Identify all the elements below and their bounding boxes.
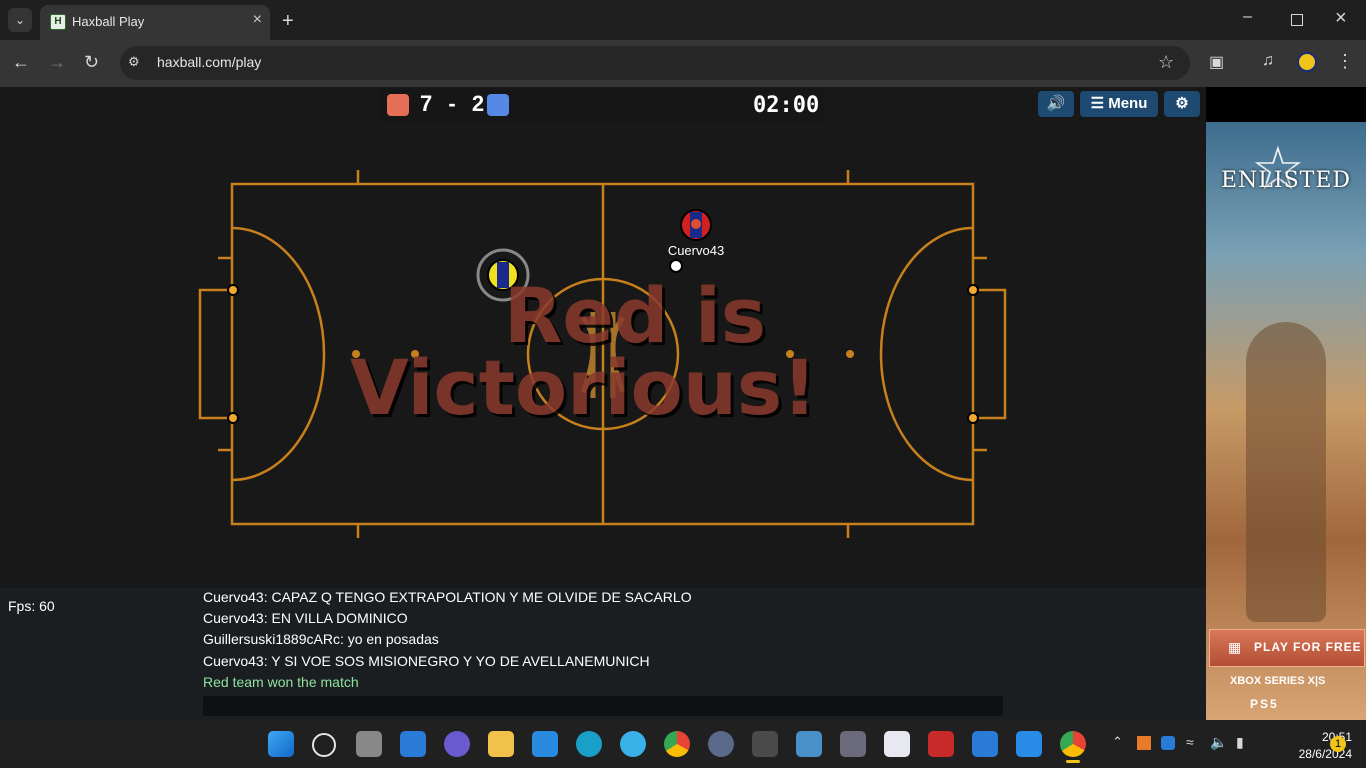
restore-icon[interactable] [1291,14,1303,26]
chat-input[interactable] [203,696,1003,716]
right-penalty-arc [879,226,974,482]
favicon-icon: H [50,14,66,30]
xbox-platform-label: XBOX SERIES X|S [1230,675,1326,687]
url-text[interactable]: haxball.com/play [157,54,261,70]
red-player-cuervo43 [680,209,712,241]
security-icon[interactable] [1161,736,1175,750]
left-goal [198,288,232,420]
minimize-icon[interactable]: – [1243,8,1252,26]
media-control-icon[interactable]: ♫ [1262,52,1274,70]
start-button[interactable] [268,731,294,757]
right-goal [973,288,1007,420]
ad-margin [1206,87,1366,122]
profile-avatar[interactable] [1297,52,1317,72]
address-bar[interactable] [120,46,1190,80]
victory-banner: Red is Victorious! [350,271,817,432]
soldier-figure [1246,322,1326,622]
close-tab-icon[interactable]: × [253,11,262,29]
tab-title: Haxball Play [72,14,145,29]
chat-message: Cuervo43: CAPAZ Q TENGO EXTRAPOLATION Y … [203,589,692,605]
tab-haxball[interactable]: H Haxball Play × [40,5,270,40]
active-indicator [1066,760,1080,763]
ad-logo: ENLISTED [1220,168,1352,193]
reload-icon[interactable]: ↻ [84,52,99,73]
search-icon[interactable] [312,733,336,757]
tab-search-button[interactable]: ⌄ [8,8,32,32]
new-tab-icon[interactable]: + [282,10,294,33]
forward-icon[interactable]: → [48,52,66,73]
banner-line-2: Victorious! [350,343,817,432]
chat-message: Cuervo43: EN VILLA DOMINICO [203,610,408,626]
left-penalty-arc [231,226,326,482]
chat-message: Cuervo43: Y SI VOE SOS MISIONEGRO Y YO D… [203,653,650,669]
cta-label: PLAY FOR FREE [1254,640,1362,654]
close-window-icon[interactable]: × [1335,7,1347,30]
calculator-icon[interactable] [752,731,778,757]
chrome-icon[interactable] [664,731,690,757]
bookmark-star-icon[interactable]: ☆ [1158,52,1174,73]
tray-app-icon[interactable] [1137,736,1151,750]
camera-icon[interactable] [840,731,866,757]
site-info-icon[interactable]: ⚙ [128,54,140,70]
snipping-tool-icon[interactable] [928,731,954,757]
more-menu-icon[interactable]: ⋮ [1336,51,1354,72]
wifi-icon[interactable]: ≈ [1186,734,1194,750]
ps5-platform-label: PS5 [1250,697,1279,711]
fps-counter: Fps: 60 [8,598,55,614]
store-icon[interactable] [972,731,998,757]
paint-icon[interactable] [884,731,910,757]
media-player-icon[interactable] [708,731,734,757]
edge-icon[interactable] [576,731,602,757]
extensions-icon[interactable]: ▣ [1209,52,1224,72]
chat-message: Guillersuski1889cARc: yo en posadas [203,631,439,647]
notification-badge[interactable]: 1 [1330,736,1346,752]
file-explorer-icon[interactable] [488,731,514,757]
battery-icon[interactable]: ▮ [1236,734,1244,751]
vscode-icon[interactable] [1016,731,1042,757]
volume-icon[interactable]: 🔈 [1210,734,1227,751]
task-view-icon[interactable] [356,731,382,757]
widgets-icon[interactable] [400,731,426,757]
photos-icon[interactable] [796,731,822,757]
chrome-active-icon[interactable] [1060,731,1086,757]
player-name-label: Cuervo43 [667,243,725,258]
play-for-free-button[interactable]: ▦ PLAY FOR FREE [1209,629,1365,667]
system-message: Red team won the match [203,674,359,690]
enlisted-advertisement[interactable]: ☆ ENLISTED ▦ PLAY FOR FREE XBOX SERIES X… [1206,122,1366,720]
teams-icon[interactable] [444,731,470,757]
windows-logo-icon: ▦ [1228,639,1242,655]
banner-line-1: Red is [503,271,767,360]
app-icon[interactable] [620,731,646,757]
notepad-icon[interactable] [532,731,558,757]
tray-overflow-icon[interactable]: ⌃ [1112,734,1123,750]
back-icon[interactable]: ← [12,52,30,73]
